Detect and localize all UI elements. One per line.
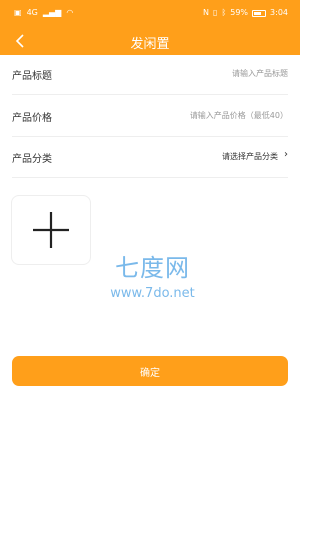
nav-bar: 发闲置 — [0, 27, 300, 55]
signal-icon: ▂▄▆ — [42, 8, 62, 17]
watermark-url: www.7do.net — [110, 286, 195, 301]
watermark-logo-text: 七度网 — [115, 254, 190, 282]
plus-icon — [33, 212, 69, 248]
title-input[interactable]: 请输入产品标题 — [232, 68, 288, 79]
status-bar: ▣ 4G ▂▄▆ ◠ N ▯ ᛒ 59% 3:04 — [0, 0, 300, 27]
category-select[interactable]: 请选择产品分类 — [222, 151, 278, 162]
wifi-icon: ◠ — [66, 8, 74, 17]
price-row: 产品价格 请输入产品价格（最低40） — [12, 97, 288, 137]
confirm-button[interactable]: 确定 — [12, 356, 288, 386]
nfc-icon: N — [203, 8, 210, 17]
price-label: 产品价格 — [12, 113, 52, 124]
add-image-button[interactable] — [11, 195, 91, 265]
sim-icon: ▣ — [14, 8, 22, 17]
battery-percent: 59% — [230, 8, 249, 17]
price-input[interactable]: 请输入产品价格（最低40） — [190, 110, 288, 121]
category-row[interactable]: 产品分类 请选择产品分类 › — [12, 138, 288, 178]
page-title: 发闲置 — [130, 37, 170, 52]
category-label: 产品分类 — [12, 154, 52, 165]
title-label: 产品标题 — [12, 71, 52, 82]
vibrate-icon: ▯ — [213, 8, 218, 17]
bluetooth-icon: ᛒ — [221, 8, 227, 17]
clock: 3:04 — [270, 8, 288, 17]
signal-label: 4G — [26, 8, 38, 17]
battery-icon — [252, 9, 267, 17]
title-row: 产品标题 请输入产品标题 — [12, 55, 288, 95]
chevron-right-icon: › — [284, 149, 288, 160]
watermark: 七度网 www.7do.net — [95, 248, 210, 301]
